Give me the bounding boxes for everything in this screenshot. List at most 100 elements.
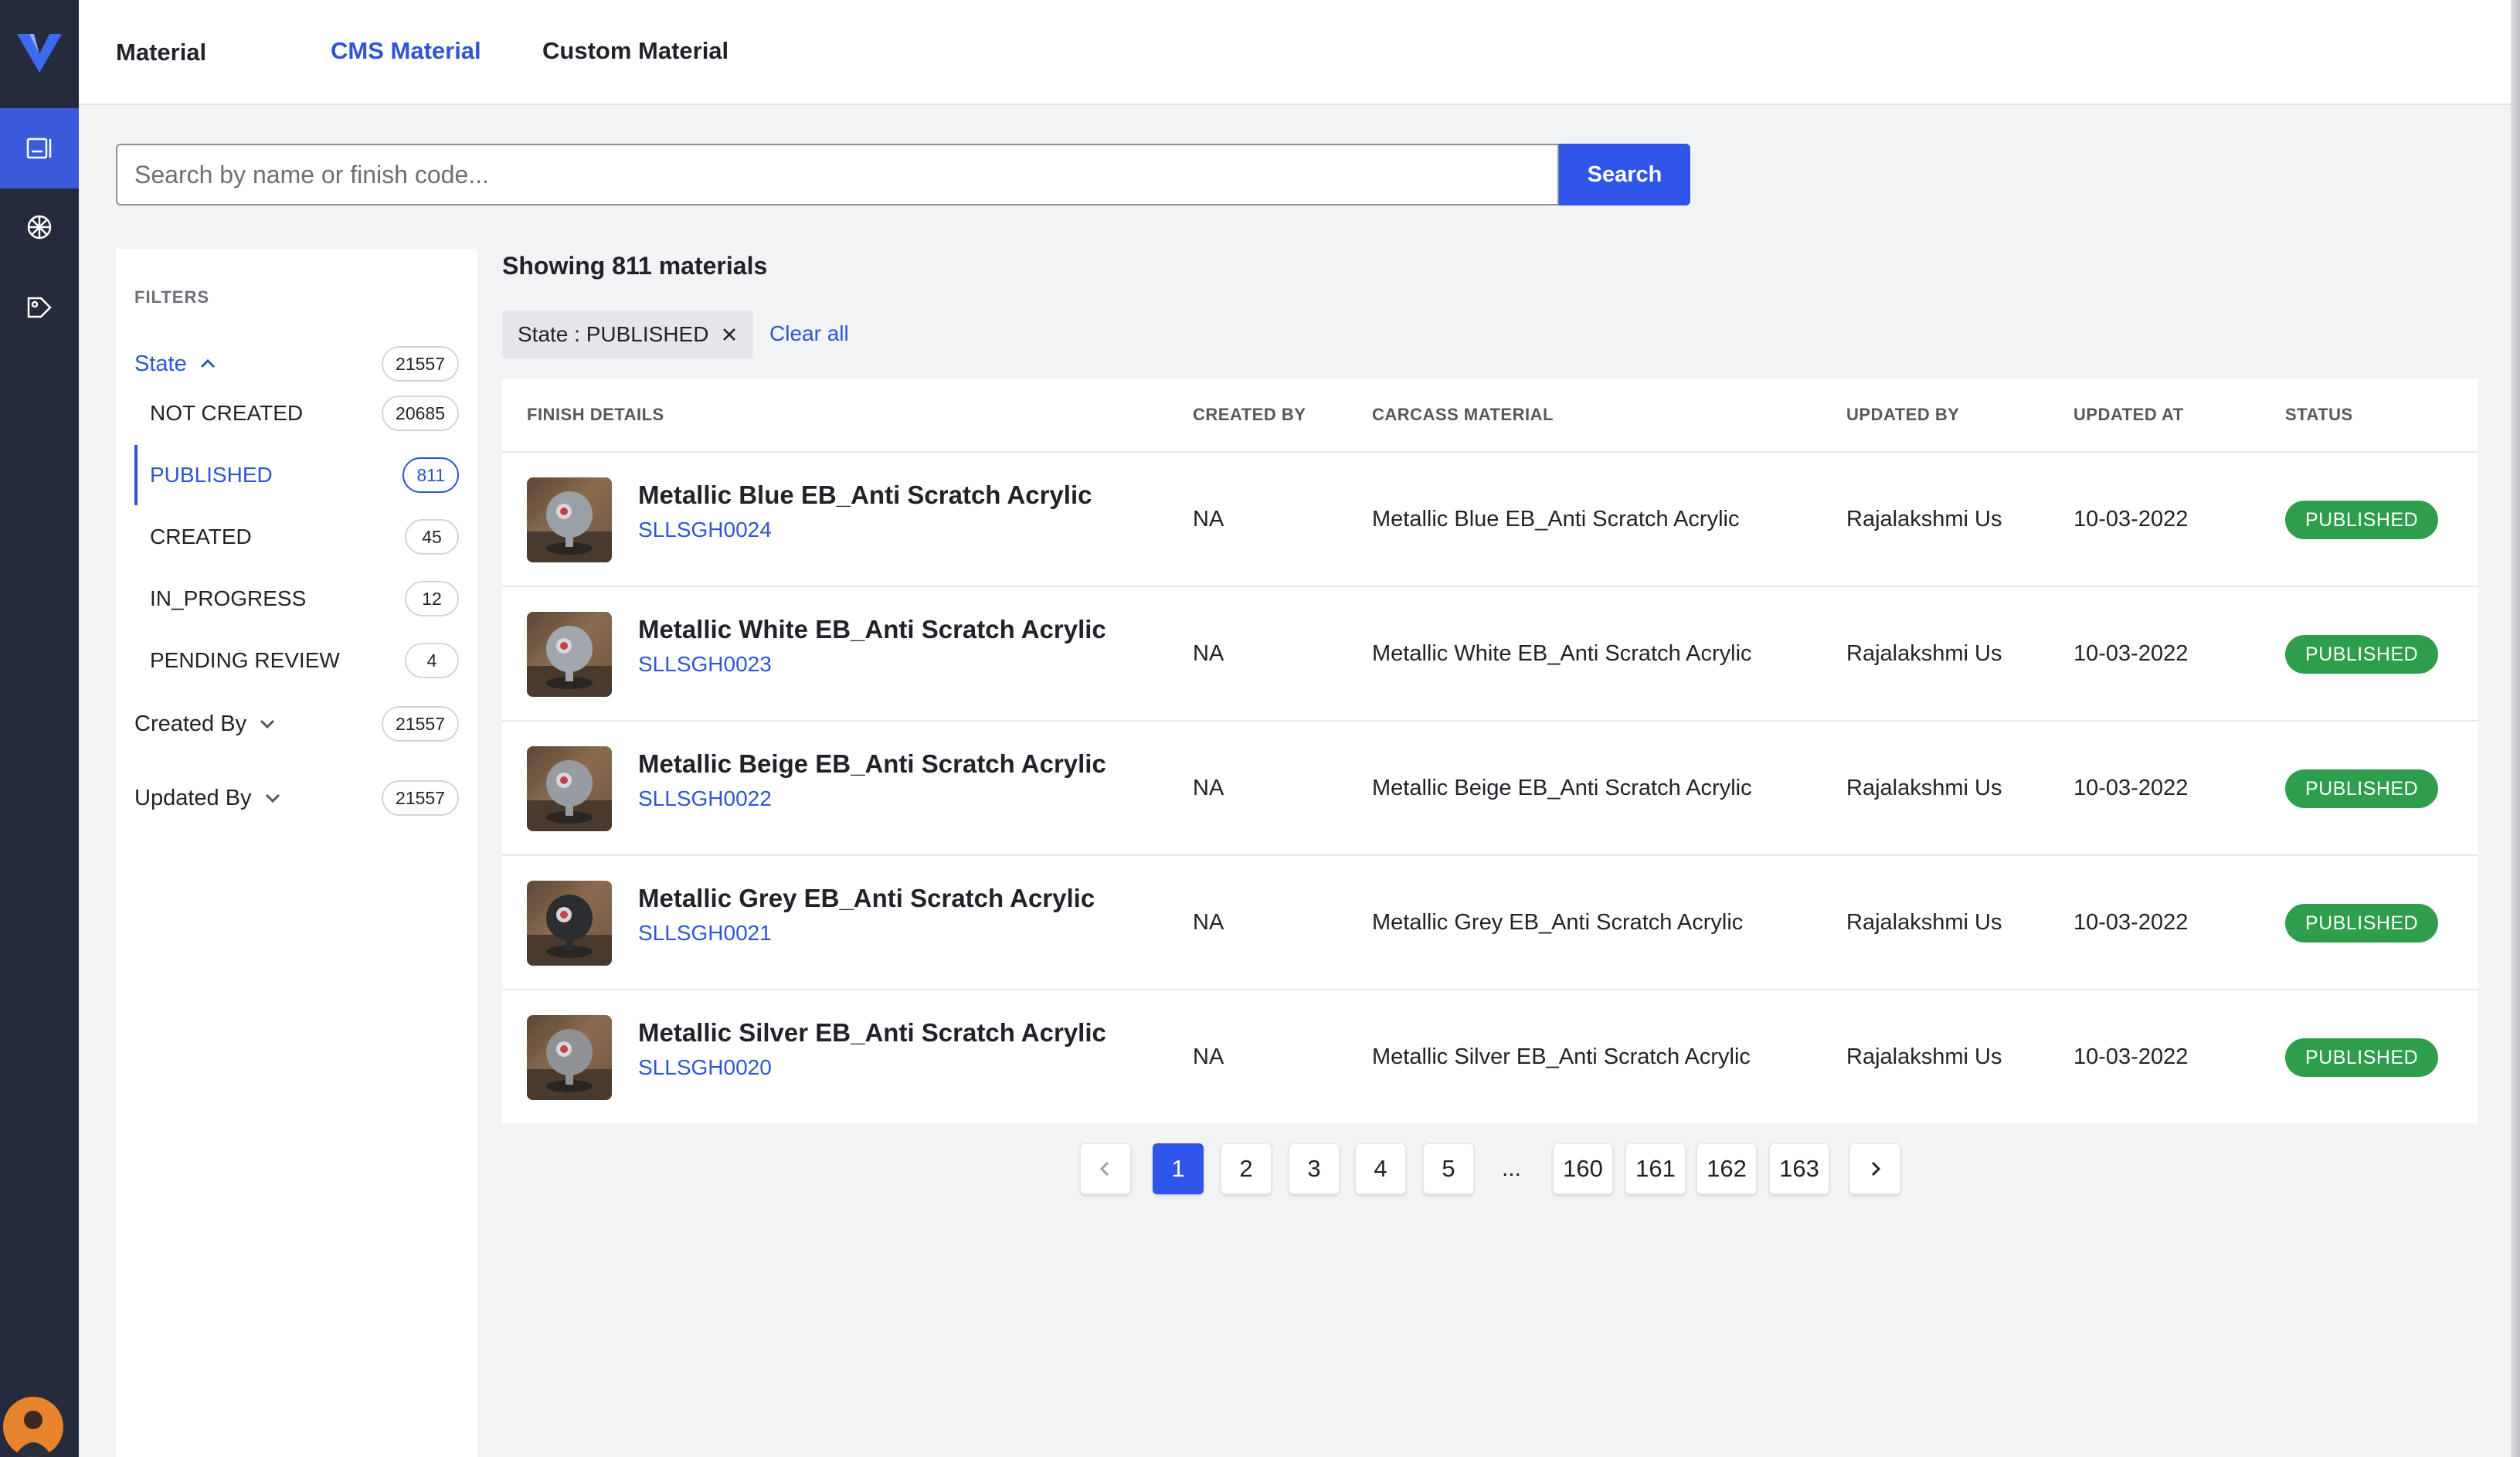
column-header: CREATED BY <box>1193 405 1306 424</box>
table-row[interactable]: Metallic White EB_Anti Scratch Acrylic SL… <box>502 587 2478 722</box>
status-badge: PUBLISHED <box>2285 769 2439 808</box>
cell-created-by: NA <box>1193 1044 1224 1069</box>
table-header: FINISH DETAILS CREATED BY CARCASS MATERI… <box>502 379 2478 453</box>
cell-updated-by: Rajalakshmi Us <box>1846 507 2002 532</box>
app-logo[interactable] <box>14 28 65 79</box>
results-count: Showing 811 materials <box>502 252 768 280</box>
material-thumbnail <box>527 477 612 562</box>
page-button-1[interactable]: 1 <box>1153 1143 1204 1194</box>
finish-code-link[interactable]: SLLSGH0021 <box>638 921 772 946</box>
status-badge: PUBLISHED <box>2285 904 2439 942</box>
chevron-up-icon <box>200 358 215 368</box>
tab-custom-material[interactable]: Custom Material <box>542 37 728 65</box>
rail-item-textures[interactable] <box>0 187 79 267</box>
filter-option-in-progress[interactable]: IN_PROGRESS 12 <box>134 569 459 629</box>
page-button-161[interactable]: 161 <box>1625 1143 1686 1194</box>
filter-count: 21557 <box>382 706 459 742</box>
page-button-163[interactable]: 163 <box>1769 1143 1829 1194</box>
page-button-160[interactable]: 160 <box>1553 1143 1613 1194</box>
status-badge: PUBLISHED <box>2285 635 2439 674</box>
filter-count: 12 <box>405 581 459 616</box>
filter-option-published[interactable]: PUBLISHED 811 <box>134 445 459 505</box>
status-badge: PUBLISHED <box>2285 501 2439 539</box>
material-name: Metallic White EB_Anti Scratch Acrylic <box>638 615 1106 644</box>
clear-all-link[interactable]: Clear all <box>769 321 849 346</box>
close-icon[interactable] <box>721 326 738 343</box>
column-header: FINISH DETAILS <box>527 405 664 424</box>
next-page-button[interactable] <box>1849 1143 1900 1194</box>
prev-page-button[interactable] <box>1080 1143 1131 1194</box>
filter-option-not-created[interactable]: NOT CREATED 20685 <box>134 383 459 443</box>
materials-table: FINISH DETAILS CREATED BY CARCASS MATERI… <box>502 379 2478 1123</box>
top-header: Material CMS Material Custom Material <box>79 0 2520 105</box>
cell-carcass: Metallic Silver EB_Anti Scratch Acrylic <box>1372 1044 1751 1069</box>
filters-heading: FILTERS <box>134 287 210 307</box>
search-input[interactable] <box>116 144 1559 205</box>
column-header: STATUS <box>2285 405 2353 424</box>
material-thumbnail <box>527 746 612 831</box>
finish-code-link[interactable]: SLLSGH0023 <box>638 652 772 677</box>
column-header: CARCASS MATERIAL <box>1372 405 1554 424</box>
material-thumbnail <box>527 1015 612 1100</box>
column-header: UPDATED AT <box>2073 405 2184 424</box>
chevron-left-icon <box>1099 1161 1109 1177</box>
cell-updated-by: Rajalakshmi Us <box>1846 910 2002 935</box>
filter-option-pending-review[interactable]: PENDING REVIEW 4 <box>134 630 459 691</box>
chip-label: State : PUBLISHED <box>518 322 709 346</box>
filter-group-label: Updated By <box>134 785 252 810</box>
tag-icon <box>27 297 52 318</box>
cell-updated-at: 10-03-2022 <box>2073 641 2189 666</box>
material-name: Metallic Silver EB_Anti Scratch Acrylic <box>638 1018 1106 1047</box>
cell-updated-by: Rajalakshmi Us <box>1846 1044 2002 1069</box>
user-avatar[interactable] <box>3 1397 63 1457</box>
material-thumbnail <box>527 881 612 966</box>
chevron-down-icon <box>260 719 275 729</box>
filter-group-updated-by[interactable]: Updated By 21557 <box>134 779 459 817</box>
table-row[interactable]: Metallic Blue EB_Anti Scratch Acrylic SLL… <box>502 453 2478 587</box>
filter-option-label: PUBLISHED <box>150 463 273 487</box>
finish-code-link[interactable]: SLLSGH0022 <box>638 786 772 811</box>
filter-count: 20685 <box>382 396 459 431</box>
page-button-5[interactable]: 5 <box>1423 1143 1474 1194</box>
page-title: Material <box>116 39 207 66</box>
cell-updated-at: 10-03-2022 <box>2073 507 2189 532</box>
cell-created-by: NA <box>1193 507 1224 532</box>
rail-item-tags[interactable] <box>0 267 79 348</box>
cell-created-by: NA <box>1193 641 1224 666</box>
material-name: Metallic Blue EB_Anti Scratch Acrylic <box>638 481 1092 509</box>
cell-updated-at: 10-03-2022 <box>2073 910 2189 935</box>
status-badge: PUBLISHED <box>2285 1038 2439 1077</box>
page-button-4[interactable]: 4 <box>1355 1143 1406 1194</box>
rail-item-materials[interactable] <box>0 108 79 188</box>
filters-panel: FILTERS State 21557 NOT CREATED 20685 PU… <box>116 249 477 1457</box>
filter-count: 4 <box>405 643 459 678</box>
filter-option-label: PENDING REVIEW <box>150 648 340 672</box>
cell-updated-by: Rajalakshmi Us <box>1846 776 2002 800</box>
search-button[interactable]: Search <box>1559 144 1690 205</box>
chevron-right-icon <box>1871 1161 1881 1177</box>
filter-group-state[interactable]: State 21557 <box>134 345 459 383</box>
table-row[interactable]: Metallic Silver EB_Anti Scratch Acrylic S… <box>502 990 2478 1125</box>
filter-option-created[interactable]: CREATED 45 <box>134 507 459 567</box>
cell-carcass: Metallic Beige EB_Anti Scratch Acrylic <box>1372 776 1752 800</box>
filter-group-created-by[interactable]: Created By 21557 <box>134 705 459 743</box>
material-name: Metallic Beige EB_Anti Scratch Acrylic <box>638 749 1106 778</box>
tab-cms-material[interactable]: CMS Material <box>331 37 481 65</box>
table-row[interactable]: Metallic Beige EB_Anti Scratch Acrylic SL… <box>502 722 2478 856</box>
filter-count: 811 <box>402 457 459 493</box>
cell-carcass: Metallic Blue EB_Anti Scratch Acrylic <box>1372 507 1740 532</box>
cell-carcass: Metallic Grey EB_Anti Scratch Acrylic <box>1372 910 1744 935</box>
finish-code-link[interactable]: SLLSGH0020 <box>638 1055 772 1080</box>
finish-code-link[interactable]: SLLSGH0024 <box>638 518 772 542</box>
page-button-2[interactable]: 2 <box>1221 1143 1272 1194</box>
page-button-3[interactable]: 3 <box>1289 1143 1340 1194</box>
column-header: UPDATED BY <box>1846 405 1960 424</box>
cell-created-by: NA <box>1193 776 1224 800</box>
filter-group-label: State <box>134 351 187 376</box>
page-button-162[interactable]: 162 <box>1696 1143 1757 1194</box>
window-edge <box>2511 0 2520 1457</box>
left-rail <box>0 0 79 1457</box>
table-row[interactable]: Metallic Grey EB_Anti Scratch Acrylic SLL… <box>502 856 2478 990</box>
cell-created-by: NA <box>1193 910 1224 935</box>
chevron-down-icon <box>265 793 280 803</box>
